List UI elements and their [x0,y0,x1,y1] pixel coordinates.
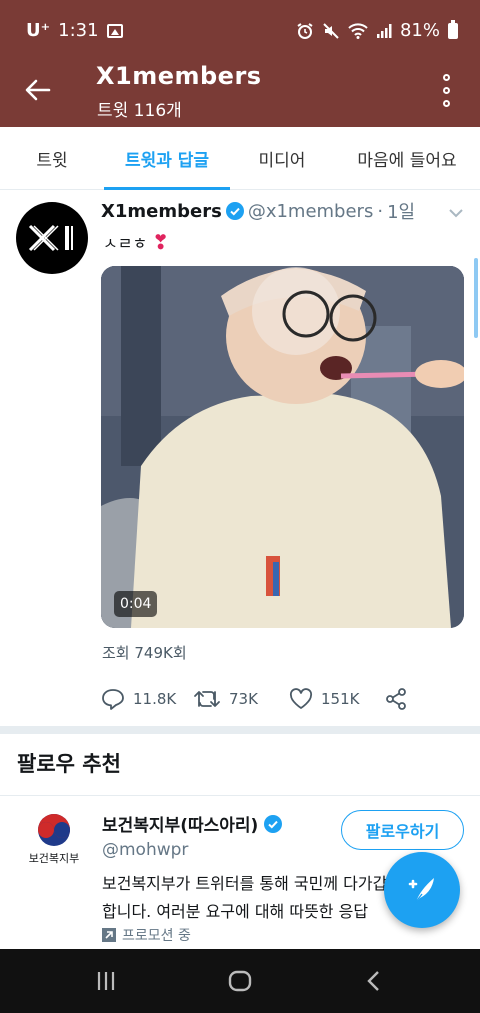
account-handle[interactable]: @mohwpr [102,840,188,860]
recent-apps-button[interactable] [86,963,126,999]
tweet-menu-button[interactable] [448,204,464,223]
like-button[interactable]: 151K [289,684,359,714]
chevron-left-icon [367,971,379,991]
carrier-label: U⁺ [26,20,51,41]
wifi-icon [348,22,368,39]
account-bio: 보건복지부가 트위터를 통해 국민께 다가갑니다 합니다. 여러분 요구에 대해… [102,870,412,926]
divider [0,795,480,796]
reply-button[interactable]: 11.8K [101,684,176,714]
share-button[interactable] [385,684,407,714]
verified-badge-icon [264,814,283,833]
follow-suggestions-title: 팔로우 추천 [17,752,121,776]
taegeuk-logo-icon [38,814,70,846]
reply-count: 11.8K [133,690,177,708]
like-count: 151K [321,690,360,708]
avatar[interactable] [16,202,88,274]
tweet-time: 1일 [387,202,416,223]
tab-media[interactable]: 미디어 [230,127,334,190]
account-avatar[interactable]: 보건복지부 [16,812,92,880]
more-options-button[interactable] [432,70,460,110]
compose-tweet-button[interactable] [384,852,460,928]
dot-icon [442,73,450,81]
bio-line-1: 보건복지부가 트위터를 통해 국민께 다가갑니다 [102,874,412,893]
tweet-count: 트윗 116개 [97,101,182,121]
recent-apps-icon [97,972,115,990]
share-icon [386,688,406,710]
tweet-header: X1members @x1members · 1일 [101,198,415,224]
retweet-count: 73K [229,690,258,708]
promoted-text: 프로모션 중 [122,928,191,944]
author-handle[interactable]: @x1members [248,201,374,222]
reply-icon [102,689,124,710]
tweet-text: ㅅㄹㅎ ❣ [103,230,169,254]
page-title: X1members [96,62,262,90]
tweet-body: ㅅㄹㅎ [103,234,148,253]
retweet-button[interactable]: 73K [193,684,258,714]
bio-line-2: 합니다. 여러분 요구에 대해 따뜻한 응답 [102,902,369,921]
author-name[interactable]: X1members [101,201,222,222]
heart-icon [289,688,313,709]
mute-icon [323,22,339,39]
x1-logo-icon [28,224,73,252]
arrow-left-icon [25,79,51,101]
verified-badge-icon [225,202,244,220]
account-name: 보건복지부(따스아리) [102,816,259,836]
dot-icon [442,86,450,94]
video-thumbnail [101,266,464,628]
home-icon [228,970,252,992]
follow-button[interactable]: 팔로우하기 [341,810,464,850]
tab-likes[interactable]: 마음에 들어요 [334,127,480,190]
tab-tweets-and-replies[interactable]: 트윗과 답글 [104,127,230,190]
dot-icon [442,99,450,107]
chevron-down-icon [449,209,463,218]
tab-tweets[interactable]: 트윗 [0,127,104,190]
profile-tabs: 트윗 트윗과 답글 미디어 마음에 들어요 [0,127,480,190]
status-bar: U⁺ 1:31 81% [0,0,480,58]
alarm-icon [297,22,313,39]
separator-dot: · [377,200,384,222]
gallery-notification-icon [106,23,123,38]
app-bar: U⁺ 1:31 81% X1members 트윗 116개 [0,0,480,127]
signal-icon [376,23,392,38]
back-button[interactable] [20,72,56,108]
system-nav-bar [0,949,480,1013]
battery-icon [448,19,458,39]
heart-emoji: ❣ [152,230,170,254]
promoted-label: 프로모션 중 [102,925,191,945]
account-name-row[interactable]: 보건복지부(따스아리) [102,811,283,836]
scrollbar[interactable] [474,258,478,338]
tweet-actions: 11.8K 73K 151K [101,684,431,714]
home-button[interactable] [220,963,260,999]
promoted-icon [102,928,116,942]
view-count: 조회 749K회 [102,644,187,662]
retweet-icon [194,691,220,707]
compose-feather-icon [408,878,434,904]
battery-percent: 81% [399,20,440,41]
system-back-button[interactable] [354,963,394,999]
video-duration: 0:04 [114,591,158,617]
clock: 1:31 [58,20,99,41]
video-player[interactable] [101,266,464,628]
account-logo-text: 보건복지부 [28,852,80,865]
section-divider [0,726,480,734]
